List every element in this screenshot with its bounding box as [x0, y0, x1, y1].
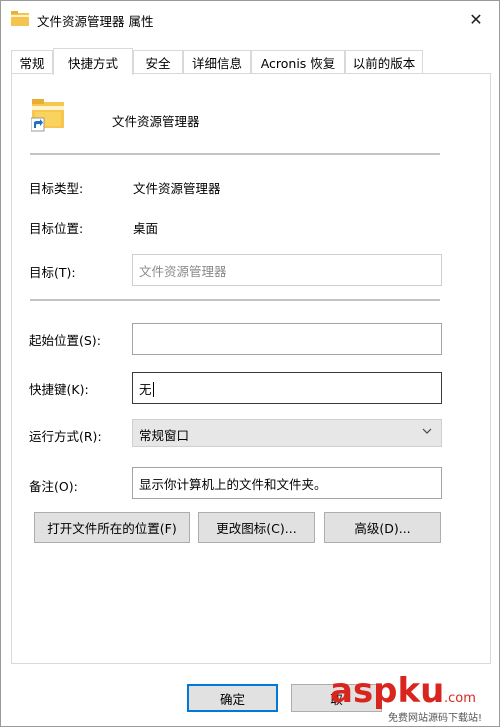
run-select-value: 常规窗口: [139, 428, 190, 443]
window-title: 文件资源管理器 属性: [37, 14, 154, 29]
text-caret: [152, 382, 154, 397]
change-icon-button[interactable]: 更改图标(C)...: [198, 512, 315, 543]
close-icon: ✕: [469, 9, 483, 29]
chevron-down-icon: [422, 428, 432, 434]
target-location-value: 桌面: [133, 221, 159, 236]
open-file-location-button[interactable]: 打开文件所在的位置(F): [34, 512, 190, 543]
folder-shortcut-icon: [31, 99, 64, 132]
watermark-brand: aspku: [330, 671, 444, 711]
shortcut-key-field[interactable]: 无: [132, 372, 442, 404]
properties-window: 文件资源管理器 属性 ✕ 常规 快捷方式 安全 详细信息 Acronis 恢复 …: [0, 0, 500, 727]
target-type-value: 文件资源管理器: [133, 181, 221, 196]
tab-acronis-recovery[interactable]: Acronis 恢复: [251, 50, 345, 74]
comment-label: 备注(O):: [29, 479, 78, 494]
separator: [30, 153, 440, 155]
tab-general[interactable]: 常规: [11, 50, 53, 74]
start-in-label: 起始位置(S):: [29, 333, 101, 348]
run-label: 运行方式(R):: [29, 429, 102, 444]
watermark-tagline: 免费网站源码下载站!: [388, 711, 482, 724]
ok-button[interactable]: 确定: [187, 684, 278, 712]
target-location-label: 目标位置:: [29, 221, 84, 236]
target-field[interactable]: 文件资源管理器: [132, 254, 442, 286]
start-in-field[interactable]: [132, 323, 442, 355]
title-bar[interactable]: 文件资源管理器 属性 ✕: [1, 1, 499, 37]
tab-security[interactable]: 安全: [133, 50, 183, 74]
comment-field[interactable]: 显示你计算机上的文件和文件夹。: [132, 467, 442, 499]
close-button[interactable]: ✕: [453, 1, 499, 37]
tab-shortcut[interactable]: 快捷方式: [53, 48, 133, 75]
shortcut-name: 文件资源管理器: [112, 114, 200, 129]
watermark-suffix: .com: [444, 691, 476, 706]
target-type-label: 目标类型:: [29, 181, 84, 196]
tab-previous-versions[interactable]: 以前的版本: [345, 50, 423, 74]
folder-icon: [11, 11, 29, 26]
tab-details[interactable]: 详细信息: [183, 50, 251, 74]
run-select[interactable]: 常规窗口: [132, 419, 442, 447]
target-label: 目标(T):: [29, 265, 76, 280]
shortcut-panel: 文件资源管理器 目标类型: 文件资源管理器 目标位置: 桌面 目标(T): 文件…: [11, 73, 491, 664]
watermark: aspku .com 免费网站源码下载站!: [330, 671, 482, 724]
tab-strip: 常规 快捷方式 安全 详细信息 Acronis 恢复 以前的版本: [11, 48, 491, 75]
shortcut-key-label: 快捷键(K):: [29, 382, 89, 397]
advanced-button[interactable]: 高级(D)...: [324, 512, 441, 543]
separator: [30, 299, 440, 301]
